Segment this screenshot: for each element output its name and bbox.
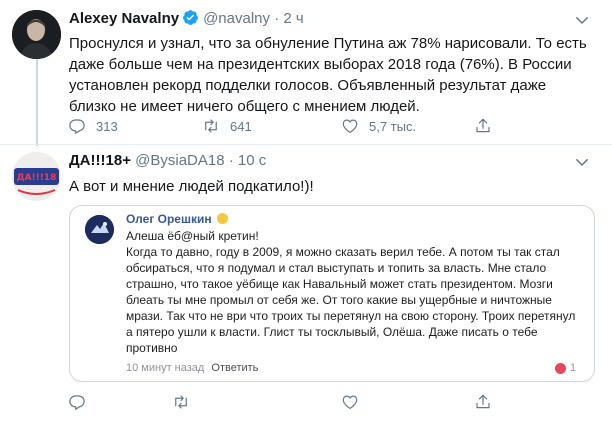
reply-button[interactable]: 313 xyxy=(68,117,118,135)
author-name[interactable]: Alexey Navalny xyxy=(69,10,179,27)
tweet-text: Проснулся и узнал, что за обнуление Пути… xyxy=(69,35,587,115)
quote-text-content: Алеша ёб@ный кретин! Когда то давно, год… xyxy=(126,229,576,355)
avatar[interactable]: ДА!!!18 xyxy=(12,152,61,201)
tweet-header: Alexey Navalny @navalny · 2 ч xyxy=(69,9,304,32)
reply-icon xyxy=(69,395,85,410)
share-icon xyxy=(476,394,490,409)
tweet-time[interactable]: 2 ч xyxy=(283,10,303,27)
quoted-comment-card[interactable]: Олег Орешкин Алеша ёб@ный кретин! Когда … xyxy=(69,205,595,382)
heart-icon xyxy=(342,119,358,133)
author-handle[interactable]: @navalny xyxy=(203,10,270,27)
separator-dot: · xyxy=(274,10,280,27)
quote-avatar xyxy=(85,215,114,244)
retweet-icon xyxy=(175,395,187,409)
reply-count: 313 xyxy=(96,118,118,134)
quote-author-name[interactable]: Олег Орешкин xyxy=(126,212,228,226)
avatar[interactable] xyxy=(12,10,61,59)
heart-icon xyxy=(342,395,358,409)
separator-dot: · xyxy=(228,152,234,169)
retweet-button[interactable] xyxy=(172,393,190,411)
tweet-reply[interactable]: ДА!!!18 ДА!!!18+ @BysiaDA18 · 10 с А вот… xyxy=(0,145,612,423)
like-button[interactable]: 5,7 тыс. xyxy=(341,117,416,135)
like-button[interactable] xyxy=(341,393,359,411)
like-count: 5,7 тыс. xyxy=(369,118,417,134)
reply-button[interactable] xyxy=(68,393,86,411)
avatar-logo: ДА!!!18 xyxy=(12,152,61,201)
share-icon xyxy=(476,118,490,133)
avatar-photo xyxy=(12,10,61,59)
retweet-icon xyxy=(205,119,217,133)
share-button[interactable] xyxy=(474,117,492,135)
tweet-actions xyxy=(68,393,588,413)
smile-emoji-icon xyxy=(216,213,228,224)
reply-icon xyxy=(69,119,85,134)
svg-text:ДА!!!18: ДА!!!18 xyxy=(17,173,57,183)
thread-line xyxy=(36,58,38,146)
tweet-actions: 313 641 5,7 тыс. xyxy=(68,117,588,137)
heart-icon xyxy=(555,362,566,374)
chevron-down-icon[interactable] xyxy=(573,11,591,29)
author-name[interactable]: ДА!!!18+ xyxy=(69,152,131,169)
quote-text: Алеша ёб@ный кретин! Когда то давно, год… xyxy=(126,228,581,356)
share-button[interactable] xyxy=(474,393,492,411)
tweet-text: А вот и мнение людей подкатило!)! xyxy=(69,178,314,195)
quote-reply-link[interactable]: Ответить xyxy=(211,362,258,374)
retweet-button[interactable]: 641 xyxy=(202,117,252,135)
tweet-time[interactable]: 10 с xyxy=(238,152,266,169)
quote-time: 10 минут назад xyxy=(126,362,205,374)
quote-like[interactable]: 1 xyxy=(555,362,576,374)
tweet-navalny[interactable]: Alexey Navalny @navalny · 2 ч Проснулся и… xyxy=(0,0,612,146)
quote-footer: 10 минут назад Ответить xyxy=(126,362,258,374)
verified-badge-icon xyxy=(182,9,199,32)
retweet-count: 641 xyxy=(230,118,252,134)
tweet-header: ДА!!!18+ @BysiaDA18 · 10 с xyxy=(69,151,266,171)
author-handle[interactable]: @BysiaDA18 xyxy=(135,152,224,169)
chevron-down-icon[interactable] xyxy=(573,153,591,171)
quote-like-count: 1 xyxy=(570,362,577,374)
